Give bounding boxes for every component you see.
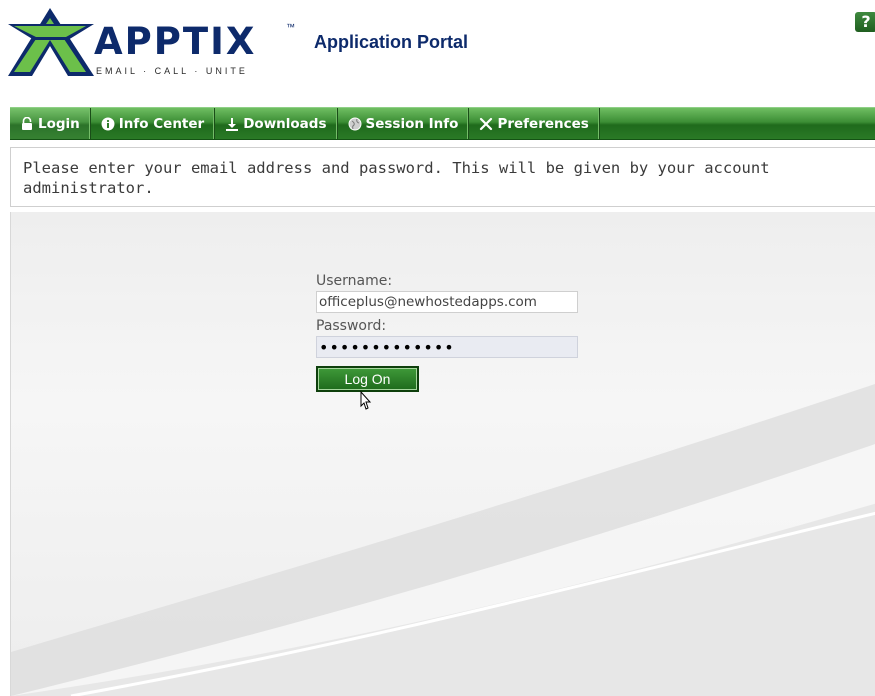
tools-icon bbox=[480, 117, 493, 130]
password-input[interactable] bbox=[316, 336, 578, 358]
apptix-a-logo-icon bbox=[8, 8, 94, 76]
username-input[interactable] bbox=[316, 291, 578, 313]
nav-item-label: Login bbox=[38, 115, 80, 132]
lock-icon bbox=[22, 116, 32, 130]
log-on-button[interactable]: Log On bbox=[316, 366, 419, 392]
nav-item-preferences[interactable]: Preferences bbox=[469, 108, 600, 139]
username-label: Username: bbox=[316, 273, 393, 289]
nav-item-info-center[interactable]: Info Center bbox=[91, 108, 216, 139]
nav-item-label: Downloads bbox=[243, 115, 327, 132]
apptix-logo: APPTIX ™ EMAIL · CALL · UNITE bbox=[8, 6, 298, 78]
instruction-message: Please enter your email address and pass… bbox=[23, 159, 770, 197]
nav-item-login[interactable]: Login bbox=[10, 108, 91, 139]
logo-tagline: EMAIL · CALL · UNITE bbox=[96, 66, 248, 76]
nav-item-session-info[interactable]: Session Info bbox=[338, 108, 470, 139]
portal-title: Application Portal bbox=[314, 32, 469, 52]
main-navigation: Login Info Center Downloads Session Info… bbox=[10, 107, 875, 140]
nav-item-downloads[interactable]: Downloads bbox=[215, 108, 338, 139]
nav-item-label: Preferences bbox=[497, 115, 589, 132]
logo-wordmark: APPTIX bbox=[94, 20, 257, 63]
login-panel: Username: Password: Log On bbox=[10, 212, 875, 696]
globe-icon bbox=[348, 117, 361, 130]
header: APPTIX ™ EMAIL · CALL · UNITE Applicatio… bbox=[0, 0, 875, 100]
password-label: Password: bbox=[316, 318, 387, 334]
help-icon[interactable]: ? bbox=[855, 12, 875, 32]
instruction-message-box: Please enter your email address and pass… bbox=[10, 147, 875, 207]
logo-trademark: ™ bbox=[286, 22, 295, 32]
application-portal-page: APPTIX ™ EMAIL · CALL · UNITE Applicatio… bbox=[0, 0, 875, 696]
download-icon bbox=[226, 117, 239, 131]
login-form: Username: Password: Log On bbox=[316, 272, 586, 392]
info-icon bbox=[101, 117, 115, 130]
nav-item-label: Session Info bbox=[365, 115, 459, 132]
nav-item-label: Info Center bbox=[118, 115, 205, 132]
